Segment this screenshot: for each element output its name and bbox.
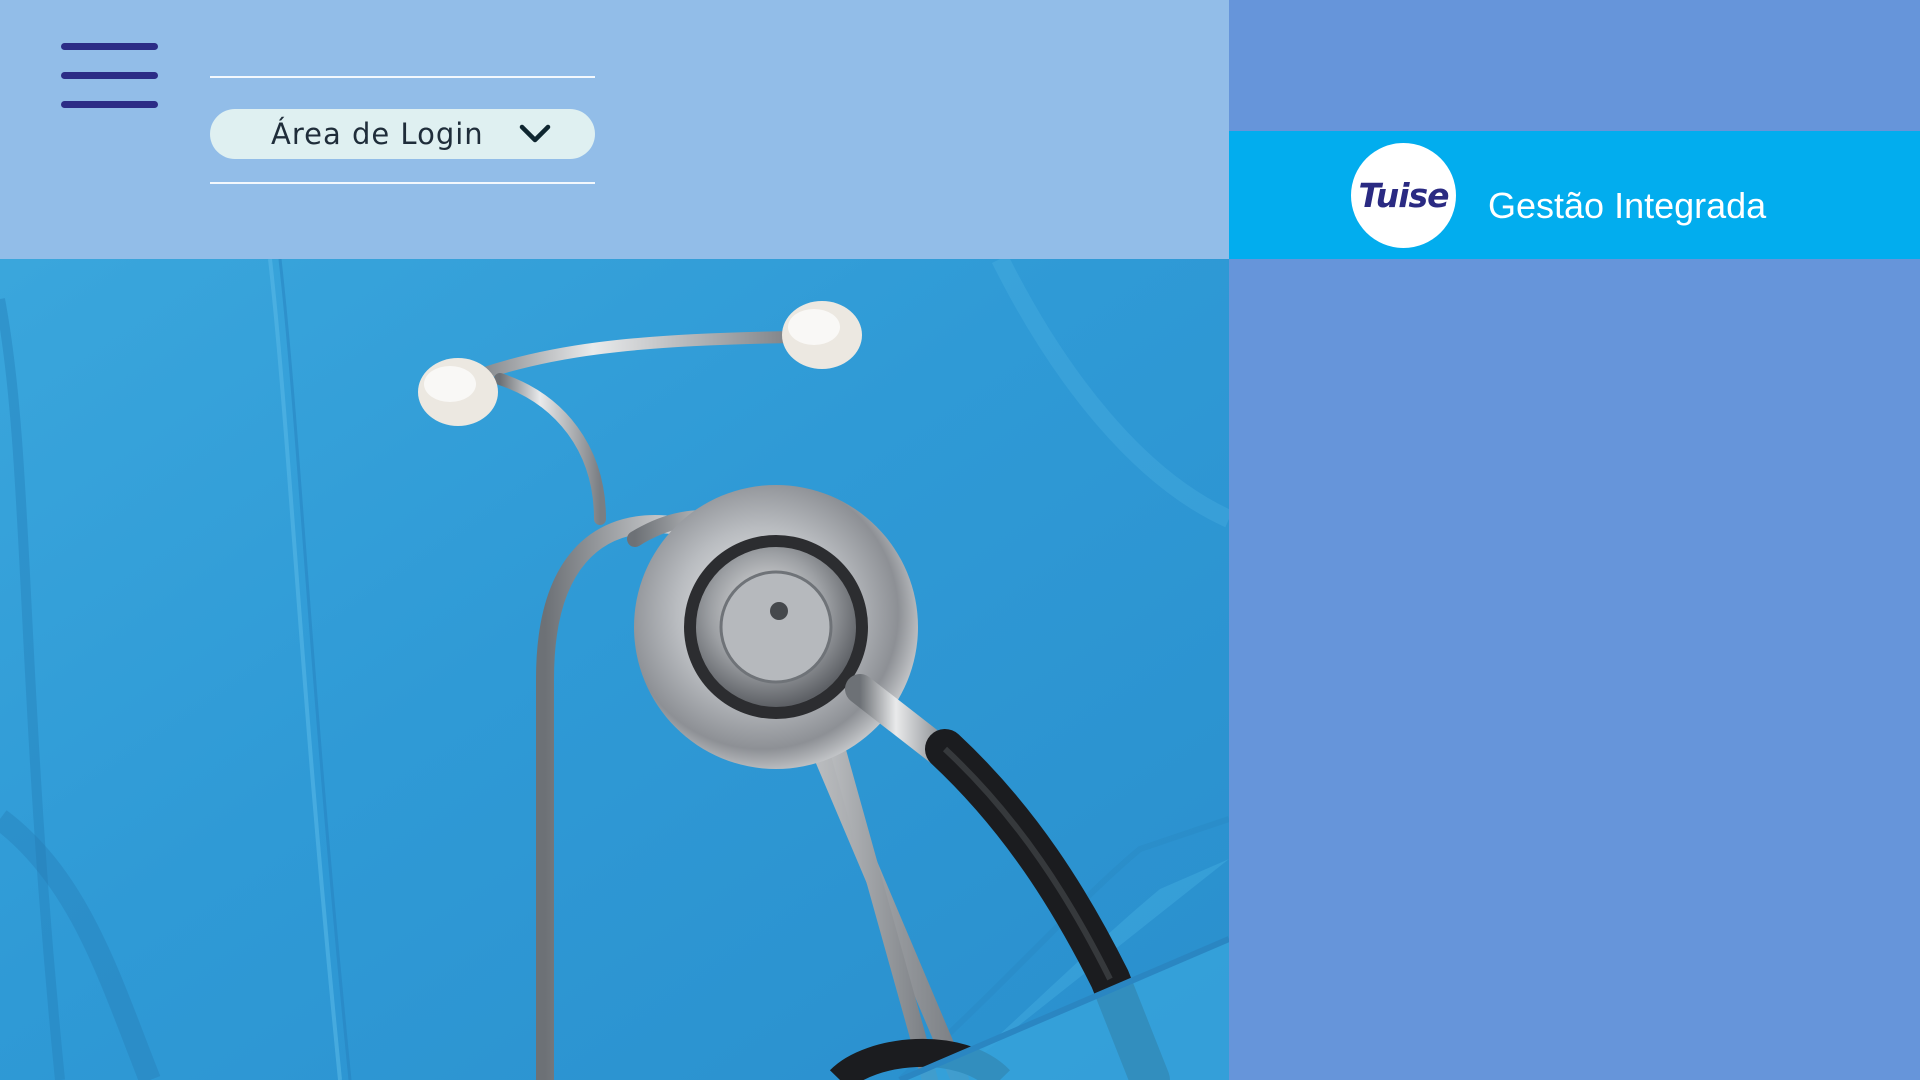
login-area-label: Área de Login	[271, 117, 484, 151]
stethoscope-illustration	[0, 259, 1229, 1080]
divider-top	[210, 76, 595, 78]
brand-logo-text: Tuise	[1358, 176, 1449, 215]
menu-bar-middle	[61, 72, 158, 79]
divider-bottom	[210, 182, 595, 184]
chevron-down-icon	[519, 124, 551, 143]
menu-bar-top	[61, 43, 158, 50]
brand-logo[interactable]: Tuise	[1351, 143, 1456, 248]
brand-tagline: Gestão Integrada	[1488, 185, 1767, 226]
login-area-dropdown[interactable]: Área de Login	[210, 109, 595, 159]
hero-image	[0, 259, 1229, 1080]
brand-band: Tuise Gestão Integrada	[1229, 131, 1920, 259]
header-left-panel: Área de Login	[0, 0, 1229, 259]
hamburger-menu-icon[interactable]	[61, 43, 158, 111]
menu-bar-bottom	[61, 101, 158, 108]
